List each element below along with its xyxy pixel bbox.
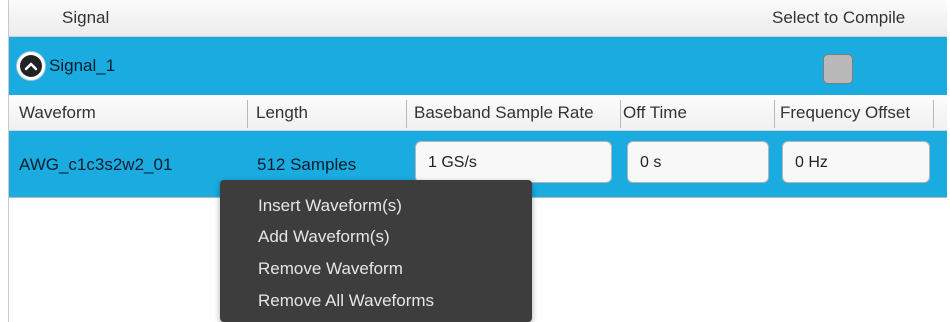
context-menu: Insert Waveform(s) Add Waveform(s) Remov… xyxy=(220,180,532,322)
off-time-field[interactable]: 0 s xyxy=(627,141,769,183)
frequency-offset-field[interactable]: 0 Hz xyxy=(782,141,930,183)
column-divider[interactable] xyxy=(247,100,248,128)
column-divider[interactable] xyxy=(933,100,934,128)
signal-row[interactable]: Signal_1 xyxy=(9,37,947,95)
header-select-to-compile-label: Select to Compile xyxy=(772,8,906,27)
waveform-name: AWG_c1c3s2w2_01 xyxy=(19,155,173,174)
menu-item-add-waveforms[interactable]: Add Waveform(s) xyxy=(258,227,390,247)
waveform-column-header: Waveform Length Baseband Sample Rate Off… xyxy=(9,96,947,131)
chevron-up-icon xyxy=(20,55,42,77)
column-baseband-sample-rate: Baseband Sample Rate xyxy=(414,103,594,122)
waveform-length: 512 Samples xyxy=(257,155,357,174)
column-frequency-offset: Frequency Offset xyxy=(780,103,911,122)
header-signal-label: Signal xyxy=(62,8,110,27)
column-length: Length xyxy=(256,103,308,122)
column-divider[interactable] xyxy=(774,100,775,128)
signal-name: Signal_1 xyxy=(49,56,116,75)
signal-list-header: Signal Select to Compile xyxy=(9,0,947,37)
menu-item-remove-all-waveforms[interactable]: Remove All Waveforms xyxy=(258,291,434,311)
column-off-time: Off Time xyxy=(623,103,687,122)
menu-item-insert-waveforms[interactable]: Insert Waveform(s) xyxy=(258,196,402,216)
column-waveform: Waveform xyxy=(19,103,96,122)
column-divider[interactable] xyxy=(406,100,407,128)
select-to-compile-checkbox[interactable] xyxy=(823,54,853,84)
column-divider[interactable] xyxy=(620,100,621,128)
collapse-button[interactable] xyxy=(16,51,46,81)
sample-rate-field[interactable]: 1 GS/s xyxy=(415,141,612,183)
menu-item-remove-waveform[interactable]: Remove Waveform xyxy=(258,259,403,279)
